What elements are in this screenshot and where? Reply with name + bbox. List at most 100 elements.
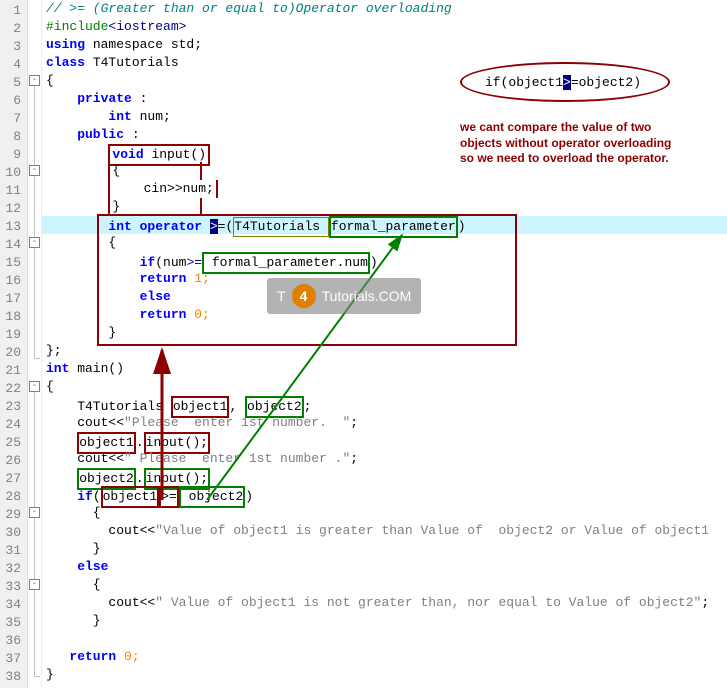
code-text: " Please enter 1st number ." (124, 451, 350, 466)
line-number: 13 (4, 218, 21, 236)
fold-column: - - - - - - (28, 0, 42, 688)
highlight-box: { (108, 162, 202, 180)
code-text: " Value of object1 is not greater than, … (155, 595, 701, 610)
code-text: : (124, 127, 140, 142)
code-text: T4Tutorials (46, 399, 171, 414)
code-text: cout<< (46, 595, 155, 610)
code-text: cout<< (46, 415, 124, 430)
line-number: 12 (4, 200, 21, 218)
code-text: input() (144, 147, 206, 162)
code-text: }; (46, 343, 62, 358)
watermark: T 4 Tutorials.COM (267, 278, 421, 314)
code-text: // >= (Greater than or equal to)Operator… (46, 1, 452, 16)
code-text: else (108, 289, 170, 304)
code-text: . (136, 471, 144, 486)
code-text: if (108, 255, 155, 270)
code-text: >= (186, 255, 202, 270)
line-number: 1 (4, 2, 21, 20)
code-text: { (46, 505, 101, 520)
line-number: 36 (4, 632, 21, 650)
code-editor: 1234567891011121314151617181920212223242… (0, 0, 727, 688)
code-text: (num (155, 255, 186, 270)
line-number: 16 (4, 272, 21, 290)
code-text: "Please enter 1st number. " (124, 415, 350, 430)
line-number: 25 (4, 434, 21, 452)
fold-box[interactable]: - (29, 579, 40, 590)
code-text: object2 (79, 471, 134, 486)
code-text: { (46, 577, 101, 592)
line-number: 33 (4, 578, 21, 596)
fold-box[interactable]: - (29, 165, 40, 176)
line-number: 37 (4, 650, 21, 668)
selection: > (563, 75, 571, 90)
line-number-gutter: 1234567891011121314151617181920212223242… (0, 0, 28, 688)
code-text: } (46, 541, 101, 556)
fold-box[interactable]: - (29, 75, 40, 86)
code-text: } (108, 325, 116, 340)
line-number: 24 (4, 416, 21, 434)
code-text: class (46, 55, 85, 70)
fold-box[interactable]: - (29, 381, 40, 392)
fold-box[interactable]: - (29, 507, 40, 518)
line-number: 10 (4, 164, 21, 182)
line-number: 3 (4, 38, 21, 56)
code-text: main() (69, 361, 124, 376)
line-number: 5 (4, 74, 21, 92)
code-text: ) (245, 489, 253, 504)
line-number: 35 (4, 614, 21, 632)
code-text: num; (132, 109, 171, 124)
code-text: } (46, 667, 54, 682)
code-text: , (229, 399, 245, 414)
line-number: 6 (4, 92, 21, 110)
code-text: return (46, 649, 116, 664)
code-text: { (46, 73, 54, 88)
line-number: 8 (4, 128, 21, 146)
code-text: if (46, 489, 93, 504)
code-text: ; (304, 399, 312, 414)
current-line: int operator >=(T4Tutorials formal_param… (42, 216, 727, 234)
line-number: 32 (4, 560, 21, 578)
code-text: <iostream> (108, 19, 186, 34)
line-number: 4 (4, 56, 21, 74)
code-text: { (46, 379, 54, 394)
line-number: 21 (4, 362, 21, 380)
code-text: } (112, 199, 120, 214)
line-number: 7 (4, 110, 21, 128)
line-number: 28 (4, 488, 21, 506)
code-text: void (112, 147, 143, 162)
code-text: return (108, 271, 186, 286)
code-text: ) (458, 219, 466, 234)
code-text: if(object1 (485, 75, 563, 90)
code-area[interactable]: // >= (Greater than or equal to)Operator… (42, 0, 727, 688)
line-number: 26 (4, 452, 21, 470)
code-text: namespace std; (85, 37, 202, 52)
line-number: 2 (4, 20, 21, 38)
code-text: : (132, 91, 148, 106)
line-number: 31 (4, 542, 21, 560)
code-text: "Value of object1 is greater than Value … (155, 523, 709, 538)
code-text: operator (132, 219, 210, 234)
line-number: 23 (4, 398, 21, 416)
code-text: cout<< (46, 523, 155, 538)
line-number: 20 (4, 344, 21, 362)
code-text: int (46, 109, 132, 124)
code-text: return (108, 307, 186, 322)
code-text: ( (93, 489, 101, 504)
code-text: 1; (186, 271, 209, 286)
note-line: objects without operator overloading (460, 136, 700, 152)
code-text: int (108, 219, 131, 234)
code-text: public (46, 127, 124, 142)
note-line: we cant compare the value of two (460, 120, 700, 136)
line-number: 30 (4, 524, 21, 542)
line-number: 14 (4, 236, 21, 254)
code-text: 0; (186, 307, 209, 322)
annotation-note: we cant compare the value of two objects… (460, 120, 700, 167)
note-line: so we need to overload the operator. (460, 151, 700, 167)
code-text: private (46, 91, 132, 106)
line-number: 34 (4, 596, 21, 614)
code-text: { (112, 163, 120, 178)
fold-box[interactable]: - (29, 237, 40, 248)
watermark-badge: 4 (292, 284, 316, 308)
code-text: else (46, 559, 108, 574)
code-text: object1 (79, 435, 134, 450)
